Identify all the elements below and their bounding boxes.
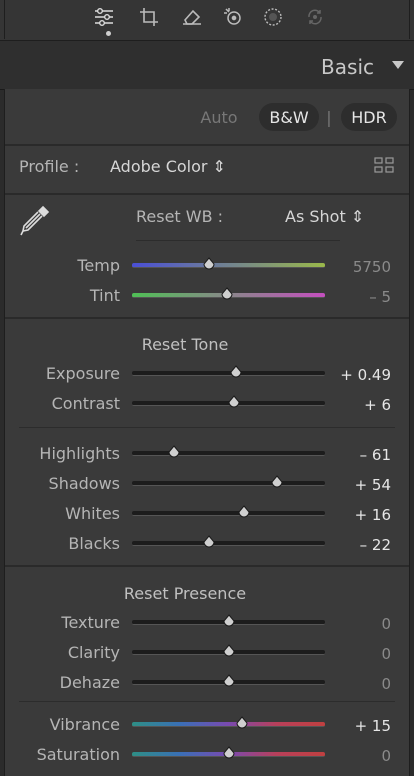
active-tool-indicator: [106, 31, 111, 36]
saturation-value[interactable]: 0: [335, 747, 391, 765]
reset-presence-button[interactable]: Reset Presence: [5, 584, 365, 603]
basic-panel: Auto B&W | HDR Profile : Adobe Color ⇕ R…: [4, 89, 410, 776]
whites-slider-thumb[interactable]: [237, 505, 251, 519]
clarity-value[interactable]: 0: [335, 645, 391, 663]
masking-icon[interactable]: [261, 6, 285, 28]
divider: [5, 193, 409, 195]
divider: [5, 144, 409, 146]
tint-label: Tint: [89, 286, 120, 305]
vibrance-label: Vibrance: [49, 715, 120, 734]
texture-label: Texture: [61, 613, 120, 632]
exposure-value[interactable]: + 0.49: [335, 366, 391, 384]
clarity-slider-thumb[interactable]: [222, 644, 236, 658]
vibrance-slider-thumb[interactable]: [235, 716, 249, 730]
temp-slider-thumb[interactable]: [202, 257, 216, 271]
highlights-slider[interactable]: [132, 451, 325, 456]
healing-icon[interactable]: [221, 6, 245, 28]
contrast-value[interactable]: + 6: [335, 396, 391, 414]
panel-title: Basic: [321, 55, 374, 79]
shadows-slider[interactable]: [132, 481, 325, 486]
hdr-button[interactable]: HDR: [341, 103, 397, 131]
wb-underline: [136, 240, 340, 241]
divider: [5, 565, 409, 567]
divider: [5, 317, 409, 319]
panel-header[interactable]: Basic: [0, 41, 414, 90]
profile-dropdown[interactable]: Adobe Color ⇕: [110, 157, 226, 176]
blacks-label: Blacks: [68, 534, 120, 553]
temp-label: Temp: [77, 256, 120, 275]
subdivider: [19, 427, 395, 428]
dehaze-value[interactable]: 0: [335, 675, 391, 693]
eraser-icon[interactable]: [180, 6, 204, 28]
treatment-divider: |: [326, 107, 332, 127]
reset-tone-button[interactable]: Reset Tone: [5, 335, 365, 354]
vibrance-value[interactable]: + 15: [335, 717, 391, 735]
auto-button[interactable]: Auto: [193, 103, 245, 131]
temp-value[interactable]: 5750: [335, 258, 391, 276]
contrast-slider-thumb[interactable]: [227, 395, 241, 409]
highlights-slider-thumb[interactable]: [167, 445, 181, 459]
shadows-label: Shadows: [48, 474, 120, 493]
whites-slider[interactable]: [132, 511, 325, 516]
tool-strip-frame: [4, 0, 410, 39]
temp-slider[interactable]: [132, 263, 325, 268]
eyedropper-icon[interactable]: [19, 204, 51, 238]
shadows-value[interactable]: + 54: [335, 476, 391, 494]
dehaze-label: Dehaze: [59, 673, 120, 692]
dehaze-slider-thumb[interactable]: [222, 674, 236, 688]
exposure-label: Exposure: [45, 364, 120, 383]
tool-strip: [0, 0, 414, 41]
profile-label: Profile :: [19, 157, 80, 176]
subdivider: [19, 701, 395, 702]
highlights-value[interactable]: – 61: [335, 446, 391, 464]
whites-label: Whites: [65, 504, 120, 523]
exposure-slider-thumb[interactable]: [229, 365, 243, 379]
tint-value[interactable]: – 5: [335, 288, 391, 306]
texture-slider-thumb[interactable]: [222, 614, 236, 628]
blacks-value[interactable]: – 22: [335, 536, 391, 554]
texture-value[interactable]: 0: [335, 615, 391, 633]
wb-dropdown[interactable]: As Shot ⇕: [285, 207, 364, 226]
clarity-label: Clarity: [67, 643, 120, 662]
redeye-icon[interactable]: [303, 6, 327, 28]
blacks-slider[interactable]: [132, 541, 325, 546]
tint-slider-thumb[interactable]: [220, 287, 234, 301]
saturation-slider-thumb[interactable]: [222, 746, 236, 760]
shadows-slider-thumb[interactable]: [270, 475, 284, 489]
saturation-label: Saturation: [36, 745, 120, 764]
highlights-label: Highlights: [39, 444, 120, 463]
contrast-label: Contrast: [51, 394, 120, 413]
blacks-slider-thumb[interactable]: [202, 535, 216, 549]
bw-button[interactable]: B&W: [259, 103, 319, 131]
profile-browser-icon[interactable]: [374, 157, 394, 173]
reset-wb-label[interactable]: Reset WB :: [136, 207, 223, 226]
vibrance-slider[interactable]: [132, 722, 325, 727]
crop-icon[interactable]: [137, 6, 161, 28]
collapse-arrow-icon[interactable]: [392, 61, 404, 69]
whites-value[interactable]: + 16: [335, 506, 391, 524]
sliders-icon[interactable]: [92, 6, 116, 28]
